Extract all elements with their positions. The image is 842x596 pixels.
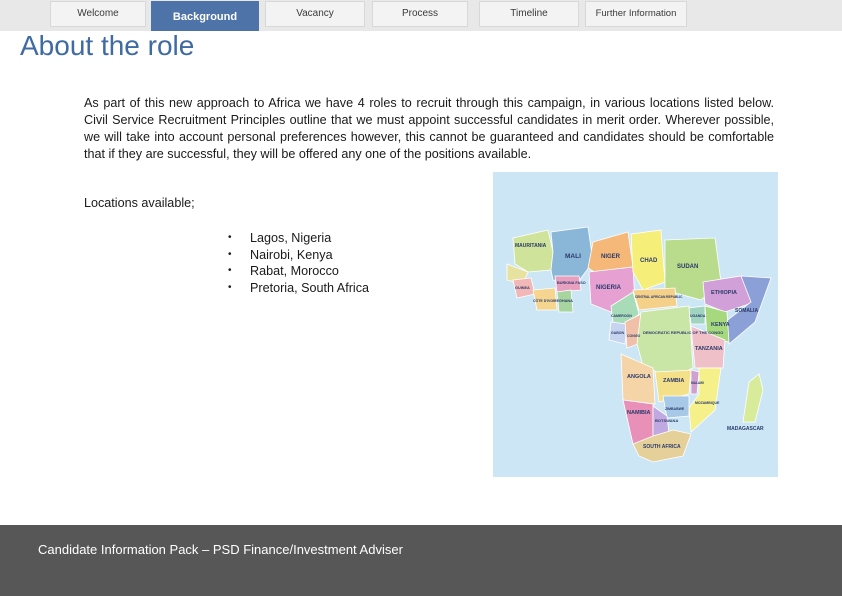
footer-text: Candidate Information Pack – PSD Finance… <box>38 542 403 557</box>
map-label-cameroon: CAMEROON <box>611 314 632 318</box>
location-text: Rabat, Morocco <box>250 264 339 279</box>
tab-vacancy[interactable]: Vacancy <box>265 1 365 27</box>
list-item: • Pretoria, South Africa <box>228 280 369 297</box>
africa-map: MAURITANIA MALI NIGER CHAD SUDAN ETHIOPI… <box>493 172 778 477</box>
intro-paragraph: As part of this new approach to Africa w… <box>84 96 774 161</box>
page-title: About the role <box>20 30 195 61</box>
location-text: Nairobi, Kenya <box>250 247 333 262</box>
list-item: • Nairobi, Kenya <box>228 247 369 264</box>
map-region-madagascar <box>742 373 764 423</box>
locations-list: • Lagos, Nigeria • Nairobi, Kenya • Rabat, … <box>228 230 369 297</box>
map-label-south-africa: SOUTH AFRICA <box>643 444 681 450</box>
locations-label: Locations available; <box>84 196 195 210</box>
map-label-somalia: SOMALIA <box>735 308 758 314</box>
map-region-central-african-republic <box>632 287 678 311</box>
map-label-ghana: GHANA <box>559 299 573 303</box>
footer-bar: Candidate Information Pack – PSD Finance… <box>0 525 842 596</box>
location-text: Pretoria, South Africa <box>250 281 370 296</box>
map-label-niger: NIGER <box>601 254 621 260</box>
map-label-burkina-faso: BURKINA FASO <box>557 281 586 285</box>
map-label-drc: DEMOCRATIC REPUBLIC OF THE CONGO <box>643 330 723 335</box>
bullet-icon: • <box>228 232 232 243</box>
location-text: Lagos, Nigeria <box>250 231 332 245</box>
map-label-mauritania: MAURITANIA <box>515 243 547 249</box>
map-label-guinea: GUINEA <box>515 286 530 290</box>
bullet-icon: • <box>228 282 232 294</box>
map-label-mali: MALI <box>565 253 581 260</box>
map-label-gabon: GABON <box>611 331 625 335</box>
tab-process[interactable]: Process <box>372 1 468 27</box>
tab-background[interactable]: Background <box>151 1 259 31</box>
map-label-sudan: SUDAN <box>677 264 698 270</box>
map-region-mauritania <box>512 229 554 273</box>
map-label-central-african-republic: CENTRAL AFRICAN REPUBLIC <box>635 295 683 299</box>
map-label-uganda: UGANDA <box>690 314 706 318</box>
tab-further-information[interactable]: Further Information <box>585 1 687 27</box>
map-label-botswana: BOTSWANA <box>655 418 678 423</box>
tab-welcome[interactable]: Welcome <box>50 1 146 27</box>
map-label-cote-divoire: CÔTE D'IVOIRE <box>533 298 560 303</box>
map-label-kenya: KENYA <box>711 322 730 328</box>
map-label-malawi: MALAWI <box>691 381 704 385</box>
bullet-icon: • <box>228 265 232 277</box>
map-label-zambia: ZAMBIA <box>663 378 684 384</box>
list-item: • Rabat, Morocco <box>228 263 369 280</box>
list-item: • Lagos, Nigeria <box>228 230 369 247</box>
bullet-icon: • <box>228 248 232 260</box>
map-label-nigeria: NIGERIA <box>596 285 622 291</box>
map-label-namibia: NAMIBIA <box>627 410 651 416</box>
map-label-zimbabwe: ZIMBABWE <box>665 407 685 411</box>
map-label-madagascar: MADAGASCAR <box>727 426 764 432</box>
map-label-angola: ANGOLA <box>627 374 651 380</box>
top-navigation: Welcome Background Vacancy Process Timel… <box>0 0 842 31</box>
map-label-tanzania: TANZANIA <box>695 346 723 352</box>
africa-map-svg: MAURITANIA MALI NIGER CHAD SUDAN ETHIOPI… <box>506 226 772 463</box>
tab-timeline[interactable]: Timeline <box>479 1 579 27</box>
map-label-mozambique: MOZAMBIQUE <box>695 401 720 405</box>
map-label-ethiopia: ETHIOPIA <box>711 290 737 296</box>
map-label-congo: CONGO <box>627 334 641 338</box>
map-label-chad: CHAD <box>640 258 658 264</box>
